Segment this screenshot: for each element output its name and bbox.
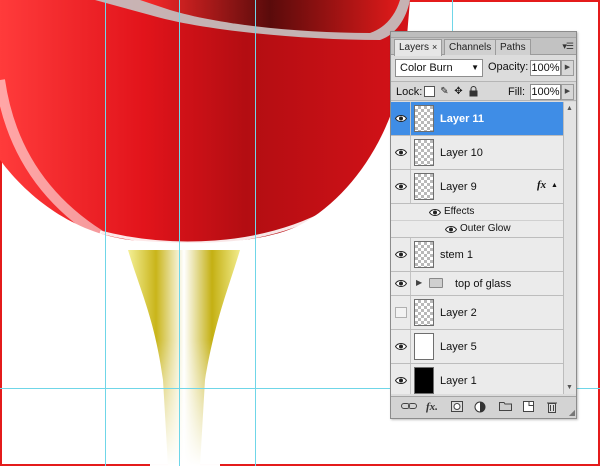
layer-thumbnail: [414, 367, 434, 394]
tab-layers-label: Layers: [399, 42, 430, 53]
blend-mode-select[interactable]: Color Burn ▼: [395, 59, 483, 77]
new-layer-icon[interactable]: [523, 401, 534, 416]
layer-row-layer-5[interactable]: Layer 5: [391, 330, 563, 364]
adjustment-layer-icon[interactable]: [474, 401, 486, 417]
lock-all-icon[interactable]: [468, 86, 479, 97]
fx-icon[interactable]: fx.: [426, 401, 438, 414]
visibility-toggle[interactable]: [391, 296, 411, 329]
opacity-field[interactable]: 100%: [530, 60, 561, 76]
effects-collapse-icon[interactable]: ▲: [551, 182, 558, 189]
eye-icon: [395, 114, 407, 122]
eye-icon: [395, 342, 407, 350]
eye-icon: [395, 250, 407, 258]
hidden-eye-box-icon: [395, 307, 407, 318]
eye-icon[interactable]: [445, 225, 457, 234]
visibility-toggle[interactable]: [391, 330, 411, 363]
eye-icon: [395, 148, 407, 156]
layer-thumbnail: [414, 105, 434, 132]
effects-row[interactable]: Effects: [391, 204, 563, 221]
lock-transparent-icon[interactable]: [424, 86, 435, 97]
fill-label: Fill:: [508, 86, 526, 98]
opacity-arrow-icon[interactable]: ▶: [561, 60, 574, 76]
layer-mask-icon[interactable]: [451, 401, 463, 416]
layer-name: Layer 11: [440, 112, 485, 125]
panel-tab-bar: Layers × Channels Paths ▾☰: [391, 38, 576, 56]
layers-panel: Layers × Channels Paths ▾☰ Color Burn ▼ O…: [390, 31, 577, 419]
new-group-icon[interactable]: [499, 401, 512, 415]
visibility-toggle[interactable]: [391, 102, 411, 135]
fill-field[interactable]: 100%: [530, 84, 561, 100]
layer-row-layer-10[interactable]: Layer 10: [391, 136, 563, 170]
layer-thumbnail: [414, 241, 434, 268]
visibility-toggle[interactable]: [391, 136, 411, 169]
lock-row: Lock: ✎ ✥ Fill: 100% ▶: [391, 81, 576, 101]
layer-name: Layer 5: [440, 340, 477, 353]
layer-thumbnail: [414, 299, 434, 326]
eye-icon: [395, 376, 407, 384]
folder-icon: [429, 278, 443, 288]
tab-paths-label: Paths: [500, 42, 526, 53]
outer-glow-label: Outer Glow: [460, 223, 511, 234]
layer-row-top-of-glass[interactable]: ▶ top of glass: [391, 272, 563, 296]
visibility-toggle[interactable]: [391, 170, 411, 203]
visibility-toggle[interactable]: [391, 238, 411, 271]
close-icon[interactable]: ×: [432, 42, 437, 52]
tab-layers[interactable]: Layers ×: [394, 39, 443, 56]
layer-row-stem-1[interactable]: stem 1: [391, 238, 563, 272]
fx-badge-icon[interactable]: fx: [537, 179, 546, 191]
visibility-toggle[interactable]: [391, 272, 411, 295]
layer-name: Layer 2: [440, 306, 477, 319]
layer-name: Layer 10: [440, 146, 483, 159]
eye-icon[interactable]: [429, 208, 441, 217]
layer-row-layer-2[interactable]: Layer 2: [391, 296, 563, 330]
lock-label: Lock:: [396, 86, 423, 98]
resize-grip-icon[interactable]: ◢: [569, 408, 575, 417]
layer-row-layer-1[interactable]: Layer 1: [391, 364, 563, 394]
lock-image-icon[interactable]: ✎: [439, 86, 450, 97]
fill-arrow-icon[interactable]: ▶: [561, 84, 574, 100]
scroll-up-arrow-icon[interactable]: ▲: [566, 105, 573, 112]
trash-icon[interactable]: [547, 401, 557, 417]
eye-icon: [395, 279, 407, 287]
chevron-down-icon: ▼: [471, 63, 479, 72]
link-layers-icon[interactable]: [401, 401, 417, 415]
effects-label: Effects: [444, 206, 475, 217]
lock-position-icon[interactable]: ✥: [453, 86, 464, 97]
outer-glow-row[interactable]: Outer Glow: [391, 221, 563, 238]
scroll-down-arrow-icon[interactable]: ▼: [566, 384, 573, 391]
layer-thumbnail: [414, 139, 434, 166]
layer-name: Layer 9: [440, 180, 477, 193]
blend-mode-value: Color Burn: [400, 62, 453, 74]
layer-row-layer-11[interactable]: Layer 11: [391, 102, 563, 136]
layers-bottom-toolbar: fx. ◢: [391, 396, 576, 418]
visibility-toggle[interactable]: [391, 364, 411, 394]
tab-paths[interactable]: Paths: [495, 39, 531, 55]
layer-name: stem 1: [440, 248, 474, 261]
layer-name: top of glass: [455, 277, 512, 290]
layer-thumbnail: [414, 173, 434, 200]
opacity-label: Opacity:: [488, 61, 529, 73]
layer-thumbnail: [414, 333, 434, 360]
layer-list: Layer 11 Layer 10 Layer 9 fx ▲ Effects O…: [391, 102, 563, 394]
layer-row-layer-9[interactable]: Layer 9 fx ▲: [391, 170, 563, 204]
layer-list-scrollbar[interactable]: ▲ ▼: [563, 102, 576, 394]
expand-triangle-icon[interactable]: ▶: [416, 278, 422, 287]
tab-channels-label: Channels: [449, 42, 492, 53]
layer-name: Layer 1: [440, 374, 477, 387]
eye-icon: [395, 182, 407, 190]
tab-channels[interactable]: Channels: [444, 39, 497, 55]
panel-menu-icon[interactable]: ▾☰: [562, 41, 574, 52]
